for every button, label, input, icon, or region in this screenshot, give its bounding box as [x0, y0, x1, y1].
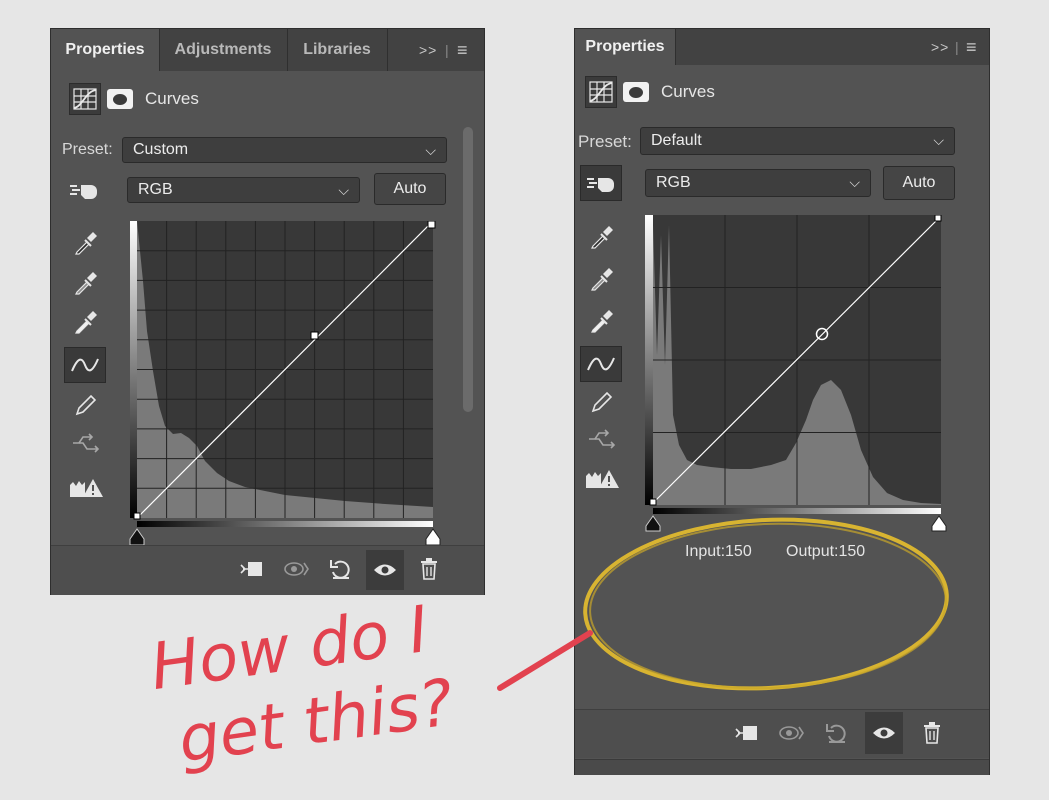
highlight-circle-stroke: [589, 522, 947, 690]
highlight-circle: [583, 517, 949, 691]
annotation-arrow-line: [497, 630, 593, 691]
